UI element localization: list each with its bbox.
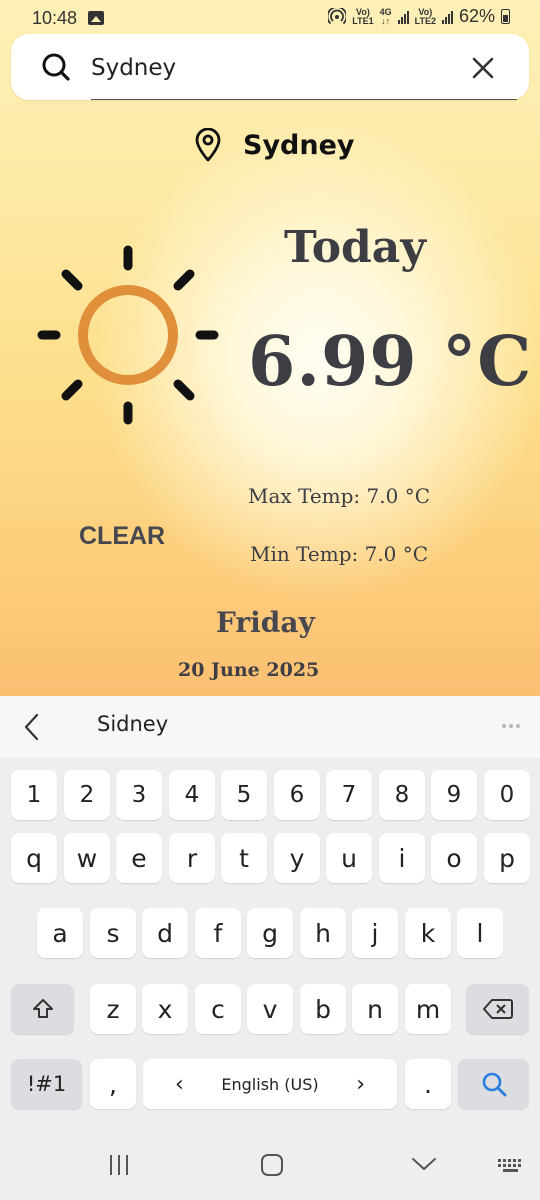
key-0[interactable]: 0: [484, 770, 530, 820]
sim2-volte-bottom: LTE2: [414, 15, 436, 26]
key-c[interactable]: c: [195, 984, 241, 1034]
search-bar[interactable]: [11, 34, 529, 100]
key-6[interactable]: 6: [274, 770, 320, 820]
keyboard: 1 2 3 4 5 6 7 8 9 0 q w e r t y u i o p …: [0, 758, 540, 1136]
backspace-icon: [482, 999, 513, 1019]
backspace-key[interactable]: [466, 984, 529, 1034]
weather-condition: CLEAR: [79, 522, 166, 550]
key-u[interactable]: u: [326, 833, 372, 883]
sim1-volte-bottom: LTE1: [352, 15, 374, 26]
more-options-icon[interactable]: [502, 724, 520, 728]
key-n[interactable]: n: [352, 984, 398, 1034]
key-4[interactable]: 4: [169, 770, 215, 820]
current-temperature: 6.99 °C: [248, 322, 533, 402]
key-3[interactable]: 3: [116, 770, 162, 820]
key-e[interactable]: e: [116, 833, 162, 883]
key-p[interactable]: p: [484, 833, 530, 883]
key-5[interactable]: 5: [221, 770, 267, 820]
date-text: 20 June 2025: [178, 659, 320, 681]
back-icon[interactable]: [411, 1156, 437, 1172]
keyboard-suggestion-bar: Sidney: [0, 696, 540, 758]
today-label: Today: [284, 222, 426, 273]
suggestion-word[interactable]: Sidney: [97, 712, 168, 736]
key-f[interactable]: f: [195, 908, 241, 958]
status-bar: 10:48 Vo) LTE1 4G ↓↑ Vo) LTE2 62%: [0, 0, 540, 36]
key-w[interactable]: w: [64, 833, 110, 883]
space-left-arrow: ‹: [175, 1071, 184, 1097]
suggestion-back-chevron-icon[interactable]: [22, 712, 42, 742]
search-input[interactable]: [91, 48, 451, 88]
city-name: Sydney: [243, 129, 355, 161]
network-type-bottom: ↓↑: [381, 15, 391, 26]
sun-icon: [37, 245, 219, 425]
keyboard-switch-icon[interactable]: [497, 1158, 524, 1174]
min-temperature: Min Temp: 7.0 °C: [250, 542, 429, 566]
image-notification-icon: [88, 11, 104, 25]
network-type-label: 4G ↓↑: [380, 7, 392, 26]
sim2-volte-label: Vo) LTE2: [414, 7, 436, 26]
home-icon[interactable]: [261, 1154, 283, 1176]
symbols-key[interactable]: !#1: [11, 1059, 82, 1109]
location-row: Sydney: [193, 128, 355, 162]
key-y[interactable]: y: [274, 833, 320, 883]
battery-icon: [501, 9, 510, 24]
comma-key[interactable]: ,: [90, 1059, 136, 1109]
search-action-key[interactable]: [458, 1059, 529, 1109]
status-time: 10:48: [32, 8, 78, 28]
max-temperature: Max Temp: 7.0 °C: [248, 484, 430, 508]
key-8[interactable]: 8: [379, 770, 425, 820]
key-q[interactable]: q: [11, 833, 57, 883]
key-s[interactable]: s: [90, 908, 136, 958]
clear-search-icon[interactable]: [471, 56, 495, 80]
recent-apps-icon[interactable]: [110, 1155, 128, 1175]
day-name: Friday: [216, 606, 315, 639]
weather-screen: 10:48 Vo) LTE1 4G ↓↑ Vo) LTE2 62% Sydney…: [0, 0, 540, 696]
key-o[interactable]: o: [431, 833, 477, 883]
space-right-arrow: ›: [356, 1071, 365, 1097]
key-z[interactable]: z: [90, 984, 136, 1034]
key-7[interactable]: 7: [326, 770, 372, 820]
status-indicators: Vo) LTE1 4G ↓↑ Vo) LTE2 62%: [328, 6, 510, 27]
space-language-label: English (US): [221, 1074, 319, 1094]
key-l[interactable]: l: [457, 908, 503, 958]
key-v[interactable]: v: [247, 984, 293, 1034]
hotspot-icon: [328, 7, 347, 24]
search-icon[interactable]: [41, 52, 71, 82]
search-action-icon: [482, 1072, 506, 1097]
shift-key[interactable]: [11, 984, 74, 1034]
key-k[interactable]: k: [405, 908, 451, 958]
key-d[interactable]: d: [142, 908, 188, 958]
shift-icon: [32, 999, 53, 1018]
search-underline: [91, 98, 517, 100]
key-h[interactable]: h: [300, 908, 346, 958]
battery-percent: 62%: [458, 6, 495, 26]
period-key[interactable]: .: [405, 1059, 451, 1109]
key-t[interactable]: t: [221, 833, 267, 883]
key-1[interactable]: 1: [11, 770, 57, 820]
signal-strength-icon-2: [441, 10, 453, 24]
space-bar[interactable]: ‹ English (US) ›: [143, 1059, 397, 1109]
system-navigation-bar: [0, 1136, 540, 1200]
sim1-volte-label: Vo) LTE1: [352, 7, 374, 26]
key-a[interactable]: a: [37, 908, 83, 958]
key-j[interactable]: j: [352, 908, 398, 958]
location-pin-icon: [195, 128, 221, 162]
key-x[interactable]: x: [142, 984, 188, 1034]
key-i[interactable]: i: [379, 833, 425, 883]
key-r[interactable]: r: [169, 833, 215, 883]
key-b[interactable]: b: [300, 984, 346, 1034]
signal-strength-icon: [397, 10, 409, 24]
key-g[interactable]: g: [247, 908, 293, 958]
key-9[interactable]: 9: [431, 770, 477, 820]
key-m[interactable]: m: [405, 984, 451, 1034]
key-2[interactable]: 2: [64, 770, 110, 820]
